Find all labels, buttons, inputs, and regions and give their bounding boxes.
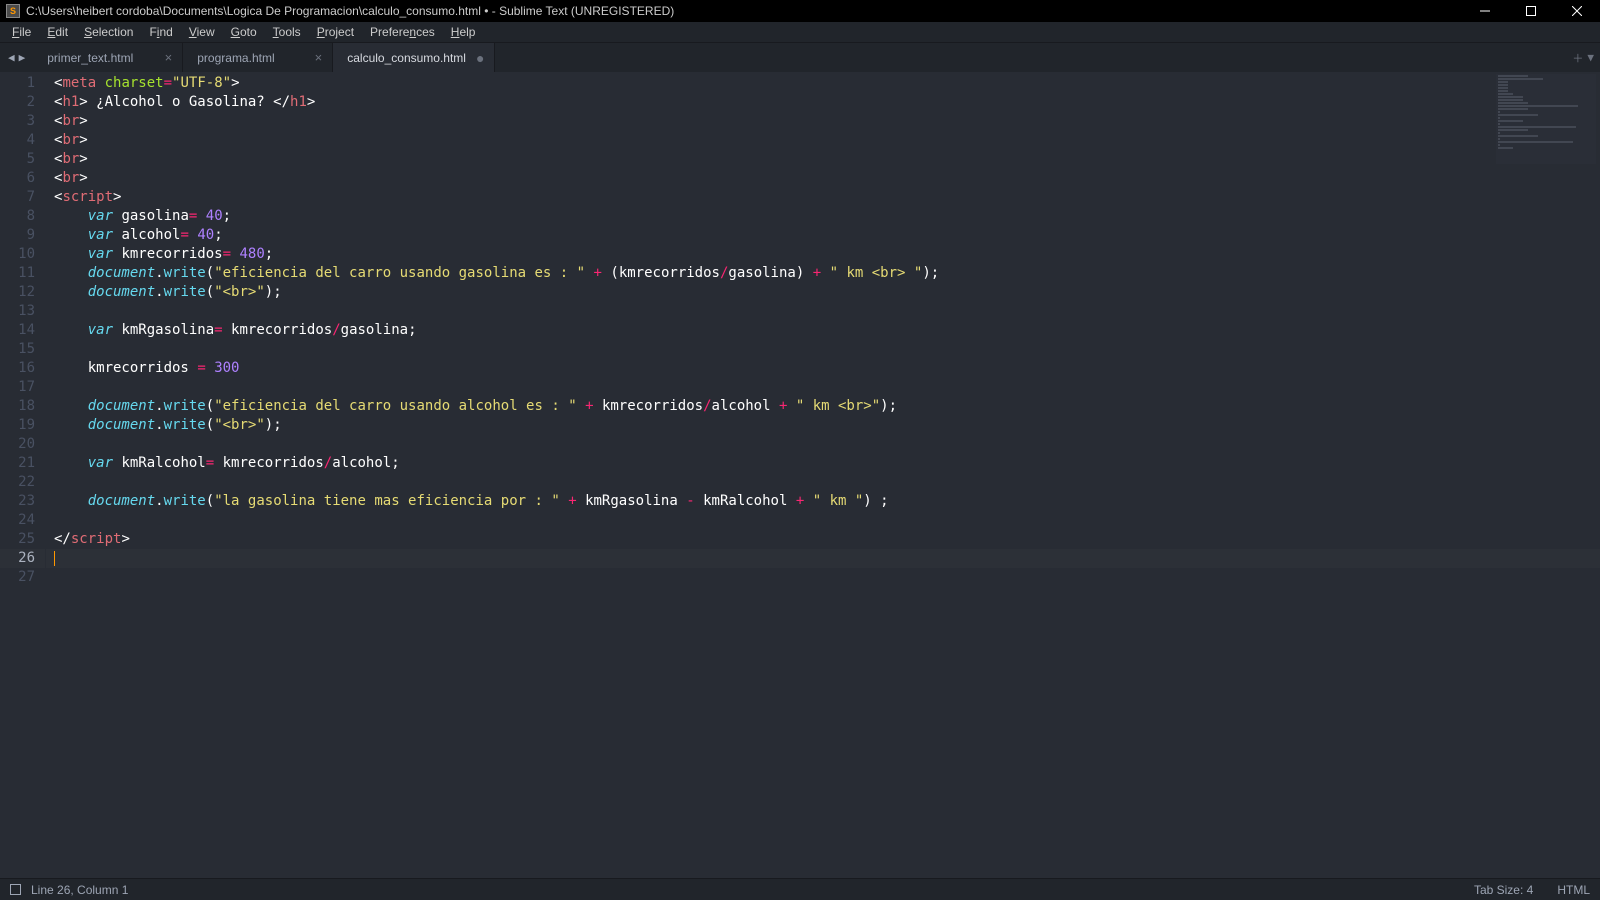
close-button[interactable] [1554, 0, 1600, 22]
tabbar: ◀ ▶ primer_text.html × programa.html × c… [0, 42, 1600, 72]
tab-label: programa.html [197, 51, 274, 65]
tab-label: primer_text.html [47, 51, 133, 65]
line-number-gutter: 1234567891011121314151617181920212223242… [0, 72, 46, 878]
menu-project[interactable]: Project [309, 22, 362, 42]
editor[interactable]: 1234567891011121314151617181920212223242… [0, 72, 1600, 878]
nav-forward-icon[interactable]: ▶ [17, 51, 28, 64]
menu-view[interactable]: View [181, 22, 223, 42]
minimize-icon [1480, 6, 1490, 16]
tab-close-icon[interactable]: × [305, 50, 323, 65]
menu-preferences[interactable]: Preferences [362, 22, 443, 42]
tab-history-nav[interactable]: ◀ ▶ [0, 43, 33, 72]
menu-file[interactable]: File [4, 22, 39, 42]
window-title: C:\Users\heibert cordoba\Documents\Logic… [26, 4, 674, 18]
tab-primer-text[interactable]: primer_text.html × [33, 43, 183, 72]
maximize-icon [1526, 6, 1536, 16]
tab-programa[interactable]: programa.html × [183, 43, 333, 72]
statusbar: Line 26, Column 1 Tab Size: 4 HTML [0, 878, 1600, 900]
tab-size-indicator[interactable]: Tab Size: 4 [1474, 883, 1533, 897]
maximize-button[interactable] [1508, 0, 1554, 22]
menu-selection[interactable]: Selection [76, 22, 141, 42]
panel-switcher-icon[interactable] [10, 884, 21, 895]
menu-tools[interactable]: Tools [265, 22, 309, 42]
minimap[interactable] [1496, 74, 1596, 164]
minimize-button[interactable] [1462, 0, 1508, 22]
nav-back-icon[interactable]: ◀ [6, 51, 17, 64]
menubar: File Edit Selection Find View Goto Tools… [0, 22, 1600, 42]
tab-dropdown-icon[interactable]: ▼ [1587, 51, 1594, 64]
menu-help[interactable]: Help [443, 22, 484, 42]
code-area[interactable]: <meta charset="UTF-8"><h1> ¿Alcohol o Ga… [46, 72, 1600, 878]
window-titlebar: S C:\Users\heibert cordoba\Documents\Log… [0, 0, 1600, 22]
tab-dirty-icon: ● [466, 51, 484, 65]
new-tab-button[interactable]: ＋ [1572, 50, 1583, 66]
tab-label: calculo_consumo.html [347, 51, 466, 65]
tab-calculo-consumo[interactable]: calculo_consumo.html ● [333, 43, 495, 72]
tab-close-icon[interactable]: × [155, 50, 173, 65]
cursor-position[interactable]: Line 26, Column 1 [31, 883, 128, 897]
syntax-indicator[interactable]: HTML [1557, 883, 1590, 897]
close-icon [1572, 6, 1582, 16]
menu-find[interactable]: Find [141, 22, 180, 42]
menu-edit[interactable]: Edit [39, 22, 76, 42]
app-icon: S [6, 4, 20, 18]
menu-goto[interactable]: Goto [223, 22, 265, 42]
